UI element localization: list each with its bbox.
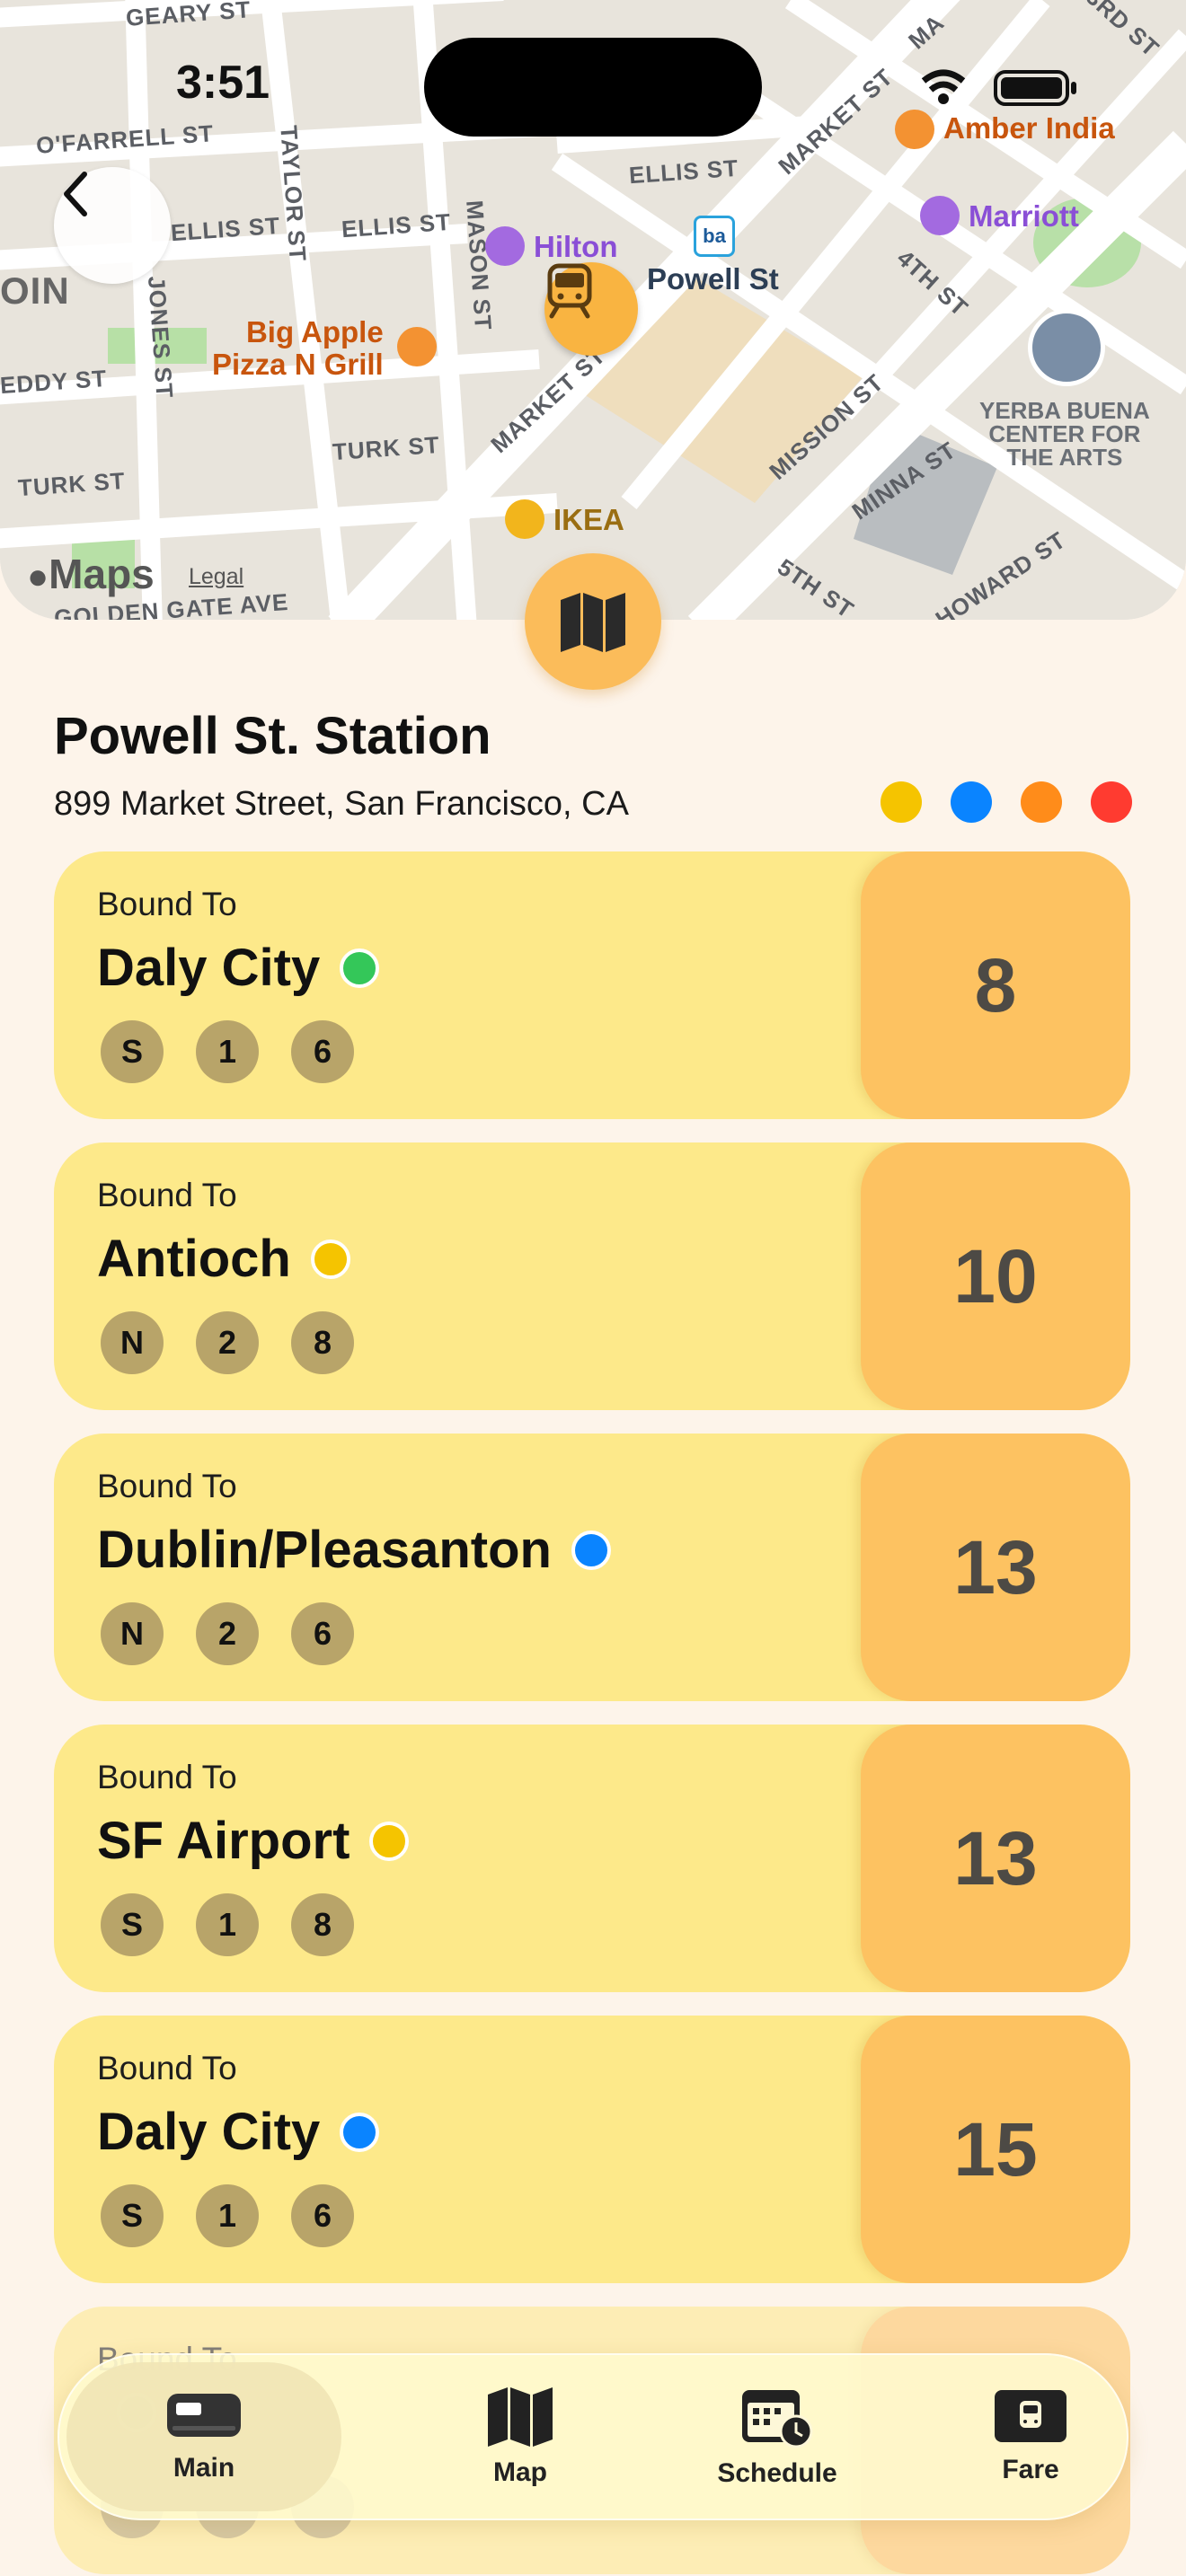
car-badge: 1 bbox=[196, 2184, 259, 2247]
car-badge: 6 bbox=[291, 2184, 354, 2247]
tab-schedule[interactable]: Schedule bbox=[649, 2353, 906, 2520]
car-badge: S bbox=[101, 1020, 164, 1083]
destination: Daly City bbox=[97, 938, 380, 998]
maps-attribution[interactable]: ●Maps bbox=[27, 550, 155, 598]
maps-attribution-label: Maps bbox=[49, 551, 155, 597]
apple-logo-icon: ● bbox=[27, 557, 49, 596]
departure-card[interactable]: Bound To Antioch N28 10 bbox=[54, 1142, 1130, 1410]
car-badges: N28 bbox=[101, 1311, 354, 1374]
line-color-dot bbox=[1091, 781, 1132, 823]
poi-powell-st[interactable]: Powell St bbox=[647, 262, 779, 296]
ticket-train-icon bbox=[995, 2390, 1067, 2442]
line-color-dot bbox=[881, 781, 922, 823]
line-color-dot bbox=[310, 1239, 350, 1279]
minutes-until-departure: 13 bbox=[861, 1434, 1130, 1701]
destination: Dublin/Pleasanton bbox=[97, 1520, 611, 1580]
back-button[interactable] bbox=[54, 167, 171, 284]
car-badge: 1 bbox=[196, 1893, 259, 1956]
bart-icon: ba bbox=[694, 216, 735, 257]
car-badge: 2 bbox=[196, 1311, 259, 1374]
status-time: 3:51 bbox=[176, 57, 270, 109]
destination-name: Dublin/Pleasanton bbox=[97, 1521, 552, 1579]
destination: SF Airport bbox=[97, 1811, 410, 1871]
hotel-icon bbox=[485, 226, 525, 266]
bound-to-label: Bound To bbox=[97, 1759, 237, 1795]
shopping-icon bbox=[505, 499, 544, 539]
station-map[interactable]: 3:51 GEARY ST O'FARRELL ST ELLIS ST EDDY… bbox=[0, 0, 1186, 620]
car-badge: 2 bbox=[196, 1602, 259, 1665]
legal-link[interactable]: Legal bbox=[189, 564, 243, 590]
bound-to-label: Bound To bbox=[97, 1468, 237, 1504]
tab-main[interactable]: Main bbox=[66, 2362, 341, 2511]
car-badges: S16 bbox=[101, 1020, 354, 1083]
car-badge: 6 bbox=[291, 1020, 354, 1083]
departure-card[interactable]: Bound To Daly City S16 15 bbox=[54, 2016, 1130, 2283]
line-color-dot bbox=[340, 948, 380, 988]
tab-fare-label: Fare bbox=[1002, 2455, 1059, 2484]
poi-marriott[interactable]: Marriott bbox=[969, 199, 1079, 234]
line-color-dot bbox=[340, 2112, 380, 2152]
calendar-clock-icon bbox=[742, 2390, 813, 2448]
destination: Antioch bbox=[97, 1229, 350, 1289]
map-icon bbox=[561, 593, 625, 652]
destination-name: Antioch bbox=[97, 1230, 291, 1288]
minutes-until-departure: 8 bbox=[861, 851, 1130, 1119]
landmark-photo bbox=[1028, 309, 1105, 386]
pizza-icon bbox=[397, 327, 437, 366]
departure-card[interactable]: Bound To Daly City S16 8 bbox=[54, 851, 1130, 1119]
destination-name: Daly City bbox=[97, 939, 321, 997]
car-badge: S bbox=[101, 1893, 164, 1956]
map-expand-button[interactable] bbox=[525, 553, 661, 690]
car-badge: S bbox=[101, 2184, 164, 2247]
poi-ikea[interactable]: IKEA bbox=[553, 503, 624, 537]
poi-big-apple-pizza[interactable]: Big Apple Pizza N Grill bbox=[212, 316, 384, 381]
car-badges: S18 bbox=[101, 1893, 354, 1956]
line-color-dot bbox=[951, 781, 992, 823]
train-front-icon bbox=[167, 2394, 241, 2437]
station-pin[interactable] bbox=[544, 262, 638, 356]
destination-name: SF Airport bbox=[97, 1812, 350, 1870]
tab-map-label: Map bbox=[493, 2457, 547, 2487]
station-line-indicators bbox=[881, 781, 1132, 823]
car-badges: N26 bbox=[101, 1602, 354, 1665]
destination-name: Daly City bbox=[97, 2103, 321, 2161]
car-badge: 6 bbox=[291, 1602, 354, 1665]
minutes-until-departure: 10 bbox=[861, 1142, 1130, 1410]
line-color-dot bbox=[369, 1821, 410, 1861]
car-badge: 8 bbox=[291, 1311, 354, 1374]
minutes-until-departure: 15 bbox=[861, 2016, 1130, 2283]
destination: Daly City bbox=[97, 2102, 380, 2162]
tab-fare[interactable]: Fare bbox=[902, 2353, 1159, 2520]
street-label: OIN bbox=[0, 269, 70, 312]
bound-to-label: Bound To bbox=[97, 886, 237, 922]
chevron-left-icon bbox=[64, 172, 87, 216]
hotel-icon bbox=[920, 196, 960, 235]
car-badge: 8 bbox=[291, 1893, 354, 1956]
line-color-dot bbox=[1021, 781, 1062, 823]
car-badges: S16 bbox=[101, 2184, 354, 2247]
station-address: 899 Market Street, San Francisco, CA bbox=[54, 785, 629, 823]
bound-to-label: Bound To bbox=[97, 1177, 237, 1213]
departure-card[interactable]: Bound To Dublin/Pleasanton N26 13 bbox=[54, 1434, 1130, 1701]
restaurant-icon bbox=[895, 110, 934, 149]
station-name: Powell St. Station bbox=[54, 707, 491, 765]
poi-yerba-buena[interactable]: YERBA BUENA CENTER FOR THE ARTS bbox=[979, 399, 1150, 469]
train-icon bbox=[547, 263, 592, 319]
tab-main-label: Main bbox=[173, 2453, 235, 2483]
bound-to-label: Bound To bbox=[97, 2050, 237, 2086]
poi-amber-india[interactable]: Amber India bbox=[943, 111, 1115, 146]
poi-hilton[interactable]: Hilton bbox=[534, 230, 617, 264]
line-color-dot bbox=[571, 1530, 611, 1570]
car-badge: N bbox=[101, 1311, 164, 1374]
tab-map[interactable]: Map bbox=[392, 2353, 649, 2520]
tab-bar: Main Map Schedule Fare bbox=[58, 2353, 1128, 2520]
battery-icon bbox=[994, 70, 1076, 106]
minutes-until-departure: 13 bbox=[861, 1725, 1130, 1992]
car-badge: N bbox=[101, 1602, 164, 1665]
dynamic-island bbox=[424, 38, 762, 137]
departure-card[interactable]: Bound To SF Airport S18 13 bbox=[54, 1725, 1130, 1992]
car-badge: 1 bbox=[196, 1020, 259, 1083]
map-icon bbox=[488, 2387, 553, 2447]
tab-schedule-label: Schedule bbox=[717, 2458, 837, 2488]
